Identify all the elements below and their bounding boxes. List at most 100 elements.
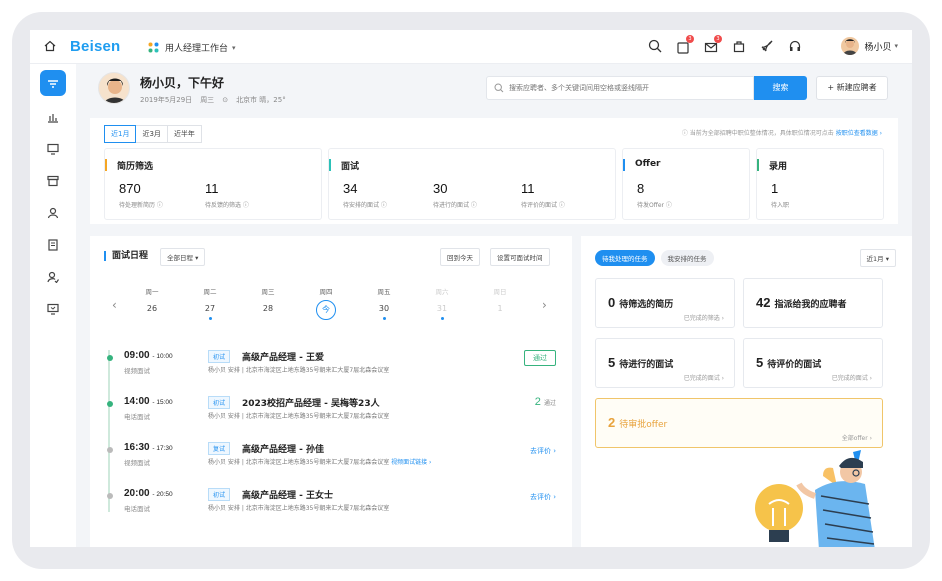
workspace-switcher[interactable]: 用人经理工作台 ▾	[148, 41, 236, 54]
evaluate-link[interactable]: 去评价 ›	[530, 446, 556, 456]
greeting-bar: 杨小贝，下午好 2019年5月29日 周三 ⊙ 北京市 晴，25° 搜索 + 新…	[76, 64, 912, 118]
metric[interactable]: 8 待发Offer ⓘ	[637, 181, 672, 209]
search-box	[486, 76, 754, 100]
sidebar-item-document[interactable]	[44, 236, 62, 254]
top-bar: Beisen 用人经理工作台 ▾ 3 3 杨小贝 ▾	[30, 30, 912, 64]
day-cell[interactable]: 周六 31	[428, 286, 456, 320]
tab-my-tasks[interactable]: 待我处理的任务	[595, 250, 655, 266]
evaluate-link[interactable]: 去评价 ›	[530, 492, 556, 502]
apps-grid-icon	[148, 42, 159, 53]
task-period-select[interactable]: 近1月 ▾	[859, 249, 896, 267]
tasks-panel: 待我处理的任务 我安排的任务 近1月 ▾ 0 待筛选的简历 已完成的筛选 › 42…	[581, 236, 912, 547]
card-offer[interactable]: Offer 8 待发Offer ⓘ	[622, 148, 750, 220]
lightbulb-illustration	[755, 450, 875, 547]
event-name[interactable]: 高级产品经理 - 孙佳	[242, 442, 324, 455]
sidebar-item-user-check[interactable]	[44, 268, 62, 286]
greeting-meta: 2019年5月29日 周三 ⊙ 北京市 晴，25°	[140, 95, 286, 105]
event-dot	[107, 355, 113, 361]
task-sub-link[interactable]: 已完成的筛选 ›	[684, 313, 724, 322]
metric[interactable]: 30 待进行的面试 ⓘ	[433, 181, 477, 209]
task-tabs: 待我处理的任务 我安排的任务	[595, 250, 714, 266]
new-candidate-button[interactable]: + 新建应聘者	[816, 76, 888, 100]
task-card[interactable]: 42 指派给我的应聘者	[743, 278, 883, 328]
day-cell-today[interactable]: 周四今	[312, 286, 340, 320]
user-name: 杨小贝	[864, 42, 892, 53]
home-icon[interactable]	[44, 40, 56, 52]
metric-value: 30	[433, 181, 448, 196]
chevron-down-icon: ▾	[894, 42, 898, 50]
event-name[interactable]: 高级产品经理 - 王爱	[242, 350, 324, 363]
rocket-icon[interactable]	[760, 39, 774, 53]
day-cell[interactable]: 周一 26	[138, 286, 166, 313]
card-interview[interactable]: 面试 34 待安排的面试 ⓘ 30 待进行的面试 ⓘ 11 待评价的面试 ⓘ	[328, 148, 616, 220]
day-cell[interactable]: 周日 1	[486, 286, 514, 313]
sidebar-item-chart[interactable]	[44, 108, 62, 126]
hint-link[interactable]: 按职位查看数据 ›	[836, 130, 882, 137]
interview-schedule: 面试日程 全部日程 ▾ 回到今天 设置可面试时间 ‹ › 周一 26 周二 27 周…	[90, 236, 572, 547]
brand-logo[interactable]: Beisen	[70, 38, 120, 55]
task-icon[interactable]: 3	[676, 35, 694, 54]
mail-icon[interactable]: 3	[704, 35, 722, 53]
archive-icon	[47, 175, 59, 187]
sidebar-item-screen[interactable]	[44, 300, 62, 318]
event-name[interactable]: 高级产品经理 - 王女士	[242, 488, 333, 501]
video-link[interactable]: 视频面试链接 ›	[391, 459, 431, 466]
card-resume-screening[interactable]: 简历筛选 870 待处理新简历 ⓘ 11 待反馈的筛选 ⓘ	[104, 148, 322, 220]
event-name[interactable]: 2023校招产品经理 - 吴梅等23人	[242, 396, 380, 409]
weather-text: 北京市 晴，25°	[236, 96, 286, 104]
pass-button[interactable]: 通过	[524, 350, 556, 366]
schedule-event[interactable]: 14:00 - 15:00 电话面试 初试 2023校招产品经理 - 吴梅等23…	[102, 396, 556, 440]
card-hired[interactable]: 录用 1 待入职	[756, 148, 884, 220]
greeting-title: 杨小贝，下午好	[140, 76, 225, 90]
period-tab-6m[interactable]: 近半年	[166, 125, 202, 143]
metric[interactable]: 34 待安排的面试 ⓘ	[343, 181, 387, 209]
period-tab-1m[interactable]: 近1月	[104, 125, 137, 143]
card-accent	[329, 159, 331, 171]
event-tag: 初试	[208, 488, 231, 501]
event-info: 杨小贝 安排 | 北京市海淀区上地东路35号朝来汇大厦7层北森会议室 视频面试链…	[208, 459, 432, 466]
set-interview-time-button[interactable]: 设置可面试时间	[490, 248, 550, 266]
task-card[interactable]: 0 待筛选的简历 已完成的筛选 ›	[595, 278, 735, 328]
schedule-event[interactable]: 16:30 - 17:30 视频面试 复试 高级产品经理 - 孙佳 杨小贝 安排…	[102, 442, 556, 486]
day-cell[interactable]: 周三 28	[254, 286, 282, 313]
metric[interactable]: 11 待评价的面试 ⓘ	[521, 181, 565, 209]
day-cell[interactable]: 周二 27	[196, 286, 224, 320]
search-input[interactable]	[509, 77, 749, 99]
pass-count[interactable]: 2 通过	[535, 396, 556, 408]
period-tab-3m[interactable]: 近3月	[135, 125, 168, 143]
metric[interactable]: 1 待入职	[771, 181, 789, 209]
event-time: 14:00 - 15:00	[124, 396, 173, 407]
sidebar-item-workbench[interactable]	[40, 70, 66, 96]
day-cell[interactable]: 周五 30	[370, 286, 398, 320]
search-icon[interactable]	[648, 39, 662, 53]
schedule-event[interactable]: 09:00 - 10:00 视频面试 初试 高级产品经理 - 王爱 杨小贝 安排…	[102, 350, 556, 394]
document-icon	[48, 239, 58, 251]
event-dot	[107, 401, 113, 407]
screen-icon	[47, 303, 59, 315]
user-menu[interactable]: 杨小贝 ▾	[841, 37, 898, 55]
metric[interactable]: 11 待反馈的筛选 ⓘ	[205, 181, 249, 209]
schedule-event[interactable]: 20:00 - 20:50 电话面试 初试 高级产品经理 - 王女士 杨小贝 安…	[102, 488, 556, 532]
back-to-today-button[interactable]: 回到今天	[440, 248, 480, 266]
task-sub-link[interactable]: 已完成的面试 ›	[832, 373, 872, 382]
task-sub-link[interactable]: 已完成的面试 ›	[684, 373, 724, 382]
event-type: 视频面试	[124, 459, 150, 467]
task-card[interactable]: 5 待评价的面试 已完成的面试 ›	[743, 338, 883, 388]
schedule-filter-select[interactable]: 全部日程 ▾	[160, 248, 206, 266]
bag-icon[interactable]	[732, 39, 746, 53]
event-type: 电话面试	[124, 413, 150, 421]
sidebar-item-monitor[interactable]	[44, 140, 62, 158]
task-label: 5 待进行的面试	[608, 355, 674, 370]
tab-assigned-tasks[interactable]: 我安排的任务	[660, 250, 714, 266]
profile-avatar[interactable]	[98, 72, 130, 104]
task-card[interactable]: 5 待进行的面试 已完成的面试 ›	[595, 338, 735, 388]
search-button[interactable]: 搜索	[754, 76, 807, 100]
metric[interactable]: 870 待处理新简历 ⓘ	[119, 181, 163, 209]
event-tag: 初试	[208, 350, 231, 363]
task-card-offer[interactable]: 2 待审批offer 全部offer ›	[595, 398, 883, 448]
headset-icon[interactable]	[788, 39, 802, 53]
sidebar-item-person[interactable]	[44, 204, 62, 222]
card-title: 简历筛选	[117, 162, 154, 172]
sidebar-item-archive[interactable]	[44, 172, 62, 190]
task-sub-link[interactable]: 全部offer ›	[842, 433, 872, 442]
